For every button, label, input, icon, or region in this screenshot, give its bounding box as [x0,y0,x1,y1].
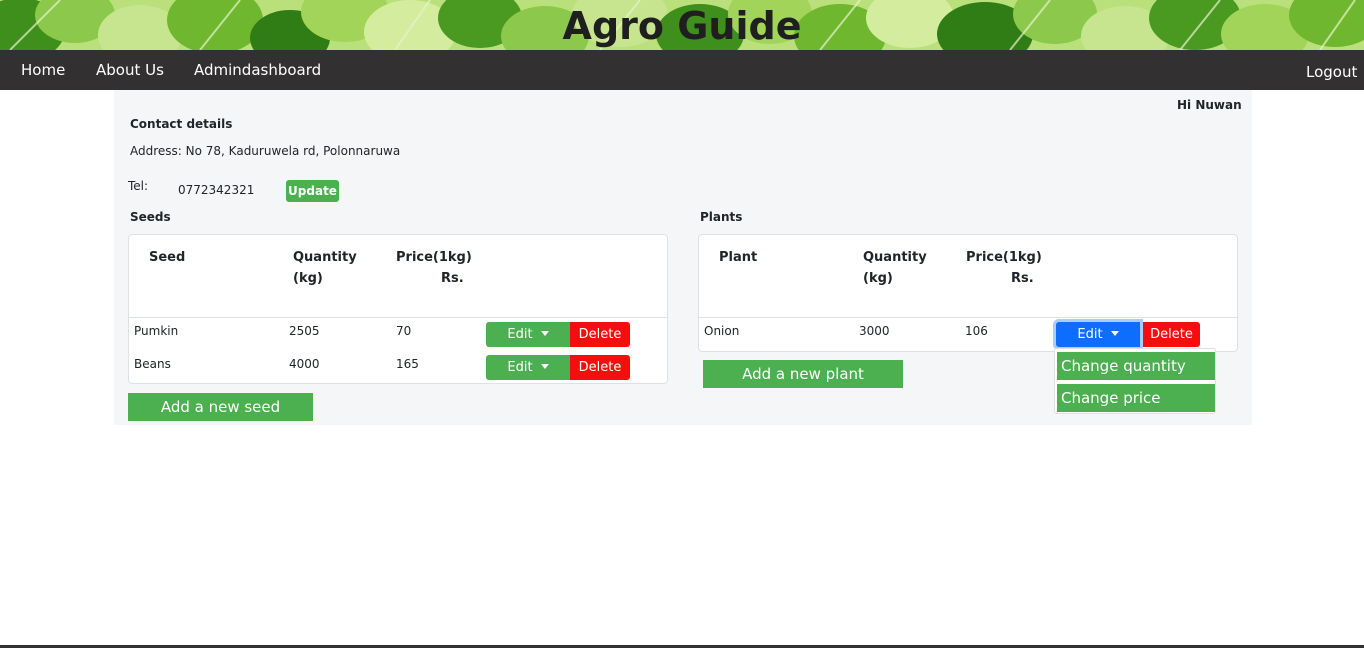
add-plant-button[interactable]: Add a new plant [703,360,903,388]
seeds-header-divider [129,317,667,318]
seed-edit-button[interactable]: Edit [486,355,570,380]
plants-col-quantity-unit: (kg) [863,271,893,286]
seeds-col-price: Price(1kg) [396,250,472,265]
nav-logout[interactable]: Logout [1306,63,1357,81]
plants-table: Plant Quantity (kg) Price(1kg) Rs. Onion… [698,234,1238,352]
nav-about-us[interactable]: About Us [96,61,164,79]
plant-quantity: 3000 [859,324,890,338]
menu-item-change-price[interactable]: Change price [1057,384,1215,412]
navbar: Home About Us Admindashboard Logout [0,50,1364,90]
plants-heading: Plants [700,210,743,224]
caret-down-icon [540,363,549,369]
plant-name: Onion [704,324,740,338]
seed-edit-button[interactable]: Edit [486,322,570,347]
seeds-col-quantity-unit: (kg) [293,271,323,286]
main-panel: Hi Nuwan Contact details Address: No 78,… [114,90,1252,425]
plants-header-divider [699,317,1237,318]
seed-name: Beans [134,357,171,371]
edit-dropdown-menu: Change quantity Change price [1054,348,1216,414]
seeds-col-seed: Seed [149,250,186,265]
seed-quantity: 2505 [289,324,320,338]
plant-edit-button[interactable]: Edit [1056,322,1140,347]
edit-label: Edit [1077,327,1103,342]
caret-down-icon [1110,330,1119,336]
contact-address: Address: No 78, Kaduruwela rd, Polonnaru… [130,144,401,158]
seed-name: Pumkin [134,324,179,338]
header-banner: Agro Guide [0,0,1364,50]
contact-heading: Contact details [130,117,233,131]
edit-label: Edit [507,360,533,375]
seeds-col-price-unit: Rs. [441,271,464,286]
seed-price: 165 [396,357,419,371]
plants-col-quantity: Quantity [863,250,927,265]
seeds-table: Seed Quantity (kg) Price(1kg) Rs. Pumkin… [128,234,668,384]
nav-admindashboard[interactable]: Admindashboard [194,61,321,79]
add-seed-button[interactable]: Add a new seed [128,393,313,421]
update-button[interactable]: Update [286,180,339,202]
caret-down-icon [540,330,549,336]
user-greeting: Hi Nuwan [1177,98,1242,112]
plants-col-price: Price(1kg) [966,250,1042,265]
seeds-heading: Seeds [130,210,171,224]
seed-quantity: 4000 [289,357,320,371]
tel-value: 0772342321 [178,183,255,197]
plant-price: 106 [965,324,988,338]
seeds-col-quantity: Quantity [293,250,357,265]
app-title: Agro Guide [562,4,802,48]
nav-home[interactable]: Home [21,61,65,79]
plant-delete-button[interactable]: Delete [1143,322,1200,347]
menu-item-change-quantity[interactable]: Change quantity [1057,352,1215,380]
seed-delete-button[interactable]: Delete [570,355,630,380]
plants-col-price-unit: Rs. [1011,271,1034,286]
seed-price: 70 [396,324,412,338]
plants-col-plant: Plant [719,250,758,265]
seed-delete-button[interactable]: Delete [570,322,630,347]
tel-label: Tel: [128,179,149,193]
edit-label: Edit [507,327,533,342]
